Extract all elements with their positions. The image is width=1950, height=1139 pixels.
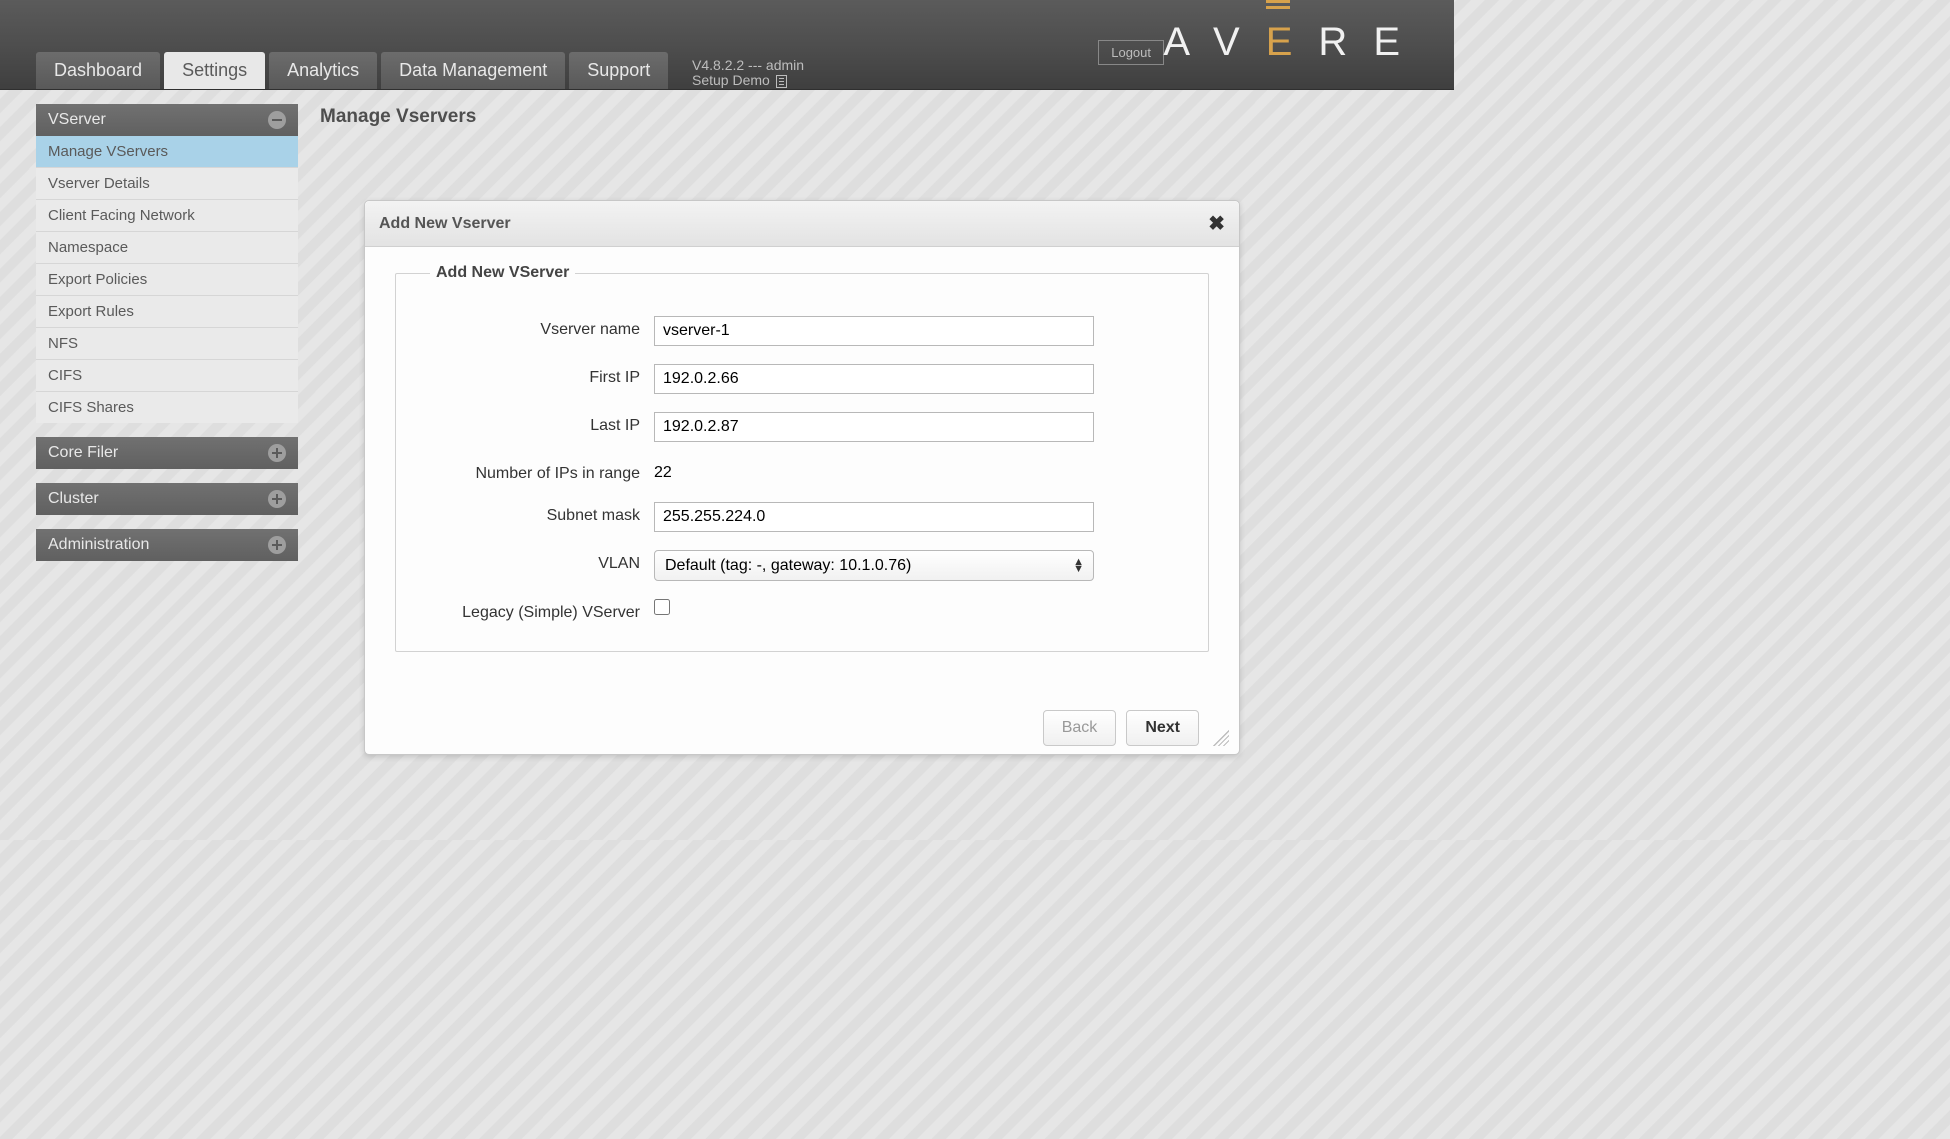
- sidebar-item-nfs[interactable]: NFS: [36, 328, 298, 360]
- minus-icon: [268, 111, 286, 129]
- sidebar-section-label: Administration: [48, 536, 149, 554]
- logo-letter: V: [1213, 20, 1266, 64]
- dialog-footer: Back Next: [365, 702, 1239, 754]
- page-title: Manage Vservers: [318, 104, 1454, 128]
- sidebar-section-label: VServer: [48, 111, 106, 129]
- subnet-mask-input[interactable]: [654, 502, 1094, 532]
- label-vlan: VLAN: [424, 550, 654, 574]
- vserver-name-input[interactable]: [654, 316, 1094, 346]
- dialog-titlebar[interactable]: Add New Vserver ✖: [365, 201, 1239, 247]
- sidebar-item-cifs-shares[interactable]: CIFS Shares: [36, 392, 298, 423]
- vlan-select[interactable]: Default (tag: -, gateway: 10.1.0.76): [654, 550, 1094, 581]
- brand-logo: AVERE: [1163, 20, 1426, 65]
- tab-analytics[interactable]: Analytics: [269, 52, 377, 89]
- document-icon: [776, 75, 787, 88]
- resize-grip-icon[interactable]: [1213, 730, 1229, 746]
- close-icon[interactable]: ✖: [1208, 211, 1225, 236]
- logo-letter: A: [1163, 20, 1213, 64]
- last-ip-input[interactable]: [654, 412, 1094, 442]
- top-bar: Logout AVERE V4.8.2.2 --- admin Setup De…: [0, 0, 1454, 90]
- legacy-checkbox[interactable]: [654, 599, 670, 615]
- sidebar: VServer Manage VServersVserver DetailsCli…: [36, 104, 298, 575]
- setup-link[interactable]: Setup Demo: [692, 73, 770, 88]
- sidebar-item-export-policies[interactable]: Export Policies: [36, 264, 298, 296]
- plus-icon: [268, 490, 286, 508]
- sidebar-section-label: Core Filer: [48, 444, 118, 462]
- sidebar-item-cifs[interactable]: CIFS: [36, 360, 298, 392]
- sidebar-section-core-filer[interactable]: Core Filer: [36, 437, 298, 469]
- dialog-body: Add New VServer Vserver name First IP La…: [365, 247, 1239, 702]
- next-button[interactable]: Next: [1126, 710, 1199, 746]
- sidebar-section-cluster[interactable]: Cluster: [36, 483, 298, 515]
- num-ips-value: 22: [654, 460, 672, 482]
- plus-icon: [268, 444, 286, 462]
- sidebar-item-client-facing-network[interactable]: Client Facing Network: [36, 200, 298, 232]
- add-vserver-dialog: Add New Vserver ✖ Add New VServer Vserve…: [364, 200, 1240, 755]
- version-text: V4.8.2.2 --- admin: [692, 58, 804, 73]
- plus-icon: [268, 536, 286, 554]
- main-tabs: DashboardSettingsAnalyticsData Managemen…: [36, 52, 668, 89]
- back-button[interactable]: Back: [1043, 710, 1117, 746]
- sidebar-item-manage-vservers[interactable]: Manage VServers: [36, 136, 298, 168]
- sidebar-section-administration[interactable]: Administration: [36, 529, 298, 561]
- tab-support[interactable]: Support: [569, 52, 668, 89]
- sidebar-items: Manage VServersVserver DetailsClient Fac…: [36, 136, 298, 423]
- sidebar-item-vserver-details[interactable]: Vserver Details: [36, 168, 298, 200]
- label-num-ips: Number of IPs in range: [424, 460, 654, 484]
- sidebar-section-label: Cluster: [48, 490, 99, 508]
- first-ip-input[interactable]: [654, 364, 1094, 394]
- system-info: V4.8.2.2 --- admin Setup Demo: [692, 58, 804, 89]
- tab-dataman[interactable]: Data Management: [381, 52, 565, 89]
- tab-settings[interactable]: Settings: [164, 52, 265, 89]
- sidebar-section-vserver[interactable]: VServer: [36, 104, 298, 136]
- logout-button[interactable]: Logout: [1098, 40, 1164, 65]
- fieldset-legend: Add New VServer: [430, 264, 575, 282]
- label-vserver-name: Vserver name: [424, 316, 654, 340]
- label-subnet-mask: Subnet mask: [424, 502, 654, 526]
- label-legacy: Legacy (Simple) VServer: [424, 599, 654, 623]
- sidebar-item-namespace[interactable]: Namespace: [36, 232, 298, 264]
- tab-dashboard[interactable]: Dashboard: [36, 52, 160, 89]
- logo-letter-accent: E: [1266, 20, 1319, 65]
- sidebar-item-export-rules[interactable]: Export Rules: [36, 296, 298, 328]
- label-first-ip: First IP: [424, 364, 654, 388]
- add-vserver-fieldset: Add New VServer Vserver name First IP La…: [395, 273, 1209, 652]
- dialog-title: Add New Vserver: [379, 215, 511, 233]
- label-last-ip: Last IP: [424, 412, 654, 436]
- logo-letter: E: [1373, 20, 1426, 64]
- logo-letter: R: [1318, 20, 1373, 64]
